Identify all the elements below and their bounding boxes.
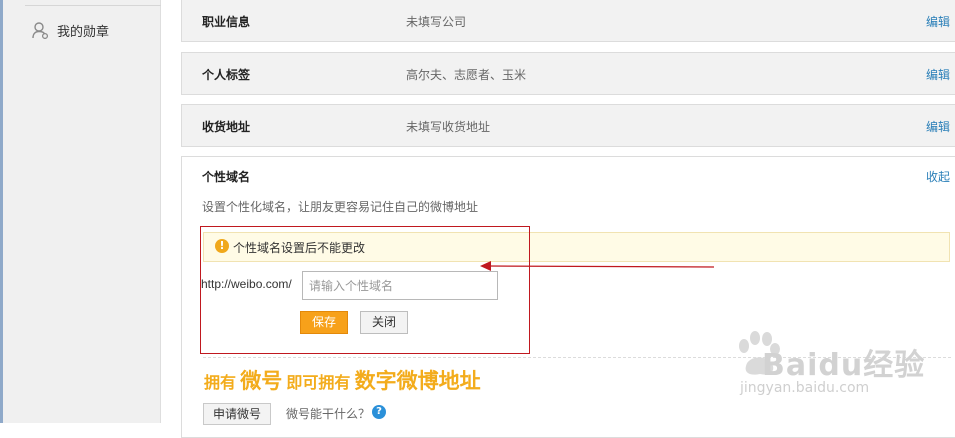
section-title: 个性域名 [202,170,251,184]
section-value: 未填写收货地址 [406,120,491,134]
collapse-link[interactable]: 收起 [926,168,950,185]
promo-text: 拥有 [204,373,237,392]
sidebar-item-label: 我的勋章 [57,24,110,40]
sidebar-divider [25,5,161,6]
apply-weihao-button[interactable]: 申请微号 [203,403,271,425]
promo-text-emphasis: 数字微博地址 [354,368,481,393]
help-icon[interactable]: ? [372,405,386,419]
annotation-arrow [480,261,715,271]
domain-description: 设置个性化域名，让朋友更容易记住自己的微博地址 [202,200,479,214]
section-value: 高尔夫、志愿者、玉米 [406,68,527,82]
edit-personal-tags-link[interactable]: 编辑 [926,66,950,83]
watermark-url: jingyan.baidu.com [740,380,870,396]
section-title: 个人标签 [202,68,251,82]
section-shipping-address: 收货地址 未填写收货地址 编辑 [181,104,955,147]
user-badge-icon [32,22,49,39]
edit-shipping-address-link[interactable]: 编辑 [926,118,950,135]
sidebar: 我的勋章 [3,0,161,423]
annotation-highlight-box [200,226,530,354]
section-title: 收货地址 [202,120,251,134]
watermark-brand: Baidu经验 [762,348,926,383]
section-title: 职业信息 [202,15,251,29]
edit-job-info-link[interactable]: 编辑 [926,13,950,30]
section-value: 未填写公司 [406,15,467,29]
content-gutter [161,0,181,423]
section-personal-tags: 个人标签 高尔夫、志愿者、玉米 编辑 [181,52,955,95]
section-job-info: 职业信息 未填写公司 编辑 [181,0,955,42]
sidebar-item-my-badges[interactable]: 我的勋章 [31,20,109,40]
promo-headline: 拥有 微号 即可拥有 数字微博地址 [204,365,481,395]
promo-text-emphasis: 微号 [240,368,283,393]
promo-text: 即可拥有 [286,373,351,392]
weihao-question-link[interactable]: 微号能干什么？ [286,405,370,422]
